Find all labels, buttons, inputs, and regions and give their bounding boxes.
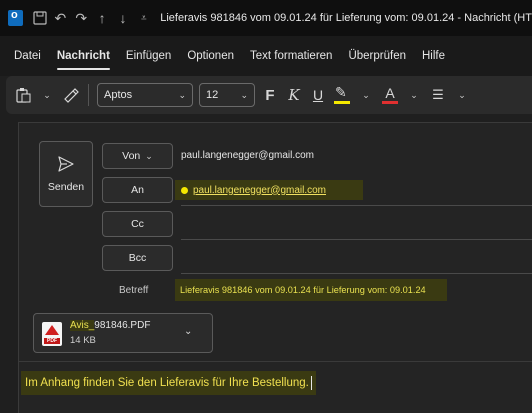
attachment-name-prefix: Avis_ — [70, 320, 95, 331]
from-label: Von — [122, 150, 141, 162]
attachment-chevron-icon[interactable]: ⌄ — [184, 326, 192, 337]
arrow-up-icon[interactable]: ↑ — [92, 7, 113, 29]
menu-nachricht[interactable]: Nachricht — [51, 36, 116, 76]
font-family-value: Aptos — [104, 89, 133, 101]
cc-button[interactable]: Cc — [102, 211, 173, 237]
attachment-size: 14 KB — [70, 335, 96, 346]
save-icon[interactable] — [29, 7, 50, 29]
font-color-chevron-icon[interactable]: ⌄ — [405, 83, 423, 107]
highlight-pen-icon[interactable] — [333, 84, 351, 105]
menu-einfuegen[interactable]: Einfügen — [120, 36, 177, 76]
chevron-down-icon: ⌄ — [145, 150, 153, 161]
font-size-value: 12 — [206, 89, 219, 101]
italic-button[interactable]: K — [285, 83, 303, 107]
menu-optionen[interactable]: Optionen — [181, 36, 240, 76]
undo-icon[interactable]: ↶ — [50, 7, 71, 29]
format-painter-icon[interactable] — [62, 83, 80, 107]
compose-pane: Senden Von ⌄ paul.langenegger@gmail.com … — [18, 122, 532, 413]
menu-text-formatieren[interactable]: Text formatieren — [244, 36, 338, 76]
subject-label: Betreff — [119, 285, 149, 296]
from-button[interactable]: Von ⌄ — [102, 143, 173, 169]
bold-button[interactable]: F — [261, 83, 279, 107]
send-button[interactable]: Senden — [39, 141, 93, 207]
bullet-list-chevron-icon[interactable]: ⌄ — [453, 83, 471, 107]
bcc-field-line[interactable] — [181, 273, 532, 274]
arrow-down-icon[interactable]: ↓ — [113, 7, 134, 29]
font-color-button[interactable]: A — [381, 85, 399, 105]
font-size-select[interactable]: 12 ⌄ — [199, 83, 255, 107]
attachment-name-rest: 981846.PDF — [94, 320, 151, 331]
text-caret — [310, 376, 312, 390]
ribbon-divider — [88, 84, 89, 106]
title-bar: ↶ ↷ ↑ ↓ ⩡ Lieferavis 981846 vom 09.01.24… — [0, 0, 532, 36]
message-body-text: Im Anhang finden Sie den Lieferavis für … — [25, 377, 309, 389]
chevron-down-icon: ⌄ — [240, 89, 248, 100]
paste-chevron-icon[interactable]: ⌄ — [38, 83, 56, 107]
underline-button[interactable]: U — [309, 83, 327, 107]
font-family-select[interactable]: Aptos ⌄ — [97, 83, 193, 107]
presence-dot-icon — [181, 186, 188, 194]
menu-hilfe[interactable]: Hilfe — [416, 36, 451, 76]
customize-toolbar-icon[interactable]: ⩡ — [133, 7, 154, 29]
menu-bar: Datei Nachricht Einfügen Optionen Text f… — [0, 36, 532, 76]
menu-datei[interactable]: Datei — [8, 36, 47, 76]
bcc-button[interactable]: Bcc — [102, 245, 173, 271]
redo-icon[interactable]: ↷ — [71, 7, 92, 29]
attachment-divider — [19, 361, 532, 362]
to-address: paul.langenegger@gmail.com — [193, 184, 327, 196]
message-body[interactable]: Im Anhang finden Sie den Lieferavis für … — [21, 371, 316, 395]
outlook-app-icon — [8, 9, 24, 26]
pdf-file-icon: PDF — [42, 322, 62, 346]
pdf-icon-tag: PDF — [44, 338, 60, 344]
chevron-down-icon: ⌄ — [178, 89, 186, 100]
to-field-line — [181, 205, 532, 206]
menu-ueberpruefen[interactable]: Überprüfen — [342, 36, 412, 76]
to-button[interactable]: An — [102, 177, 173, 203]
highlight-chevron-icon[interactable]: ⌄ — [357, 83, 375, 107]
attachment-name: Avis_981846.PDF — [70, 320, 150, 331]
attachment-card[interactable]: PDF Avis_981846.PDF 14 KB ⌄ — [33, 313, 213, 353]
from-address: paul.langenegger@gmail.com — [181, 150, 315, 161]
cc-field-line[interactable] — [181, 239, 532, 240]
bullet-list-icon[interactable]: ☰ — [429, 83, 447, 107]
send-label: Senden — [47, 181, 85, 193]
send-icon — [57, 155, 75, 173]
window-title: Lieferavis 981846 vom 09.01.24 für Liefe… — [160, 12, 532, 24]
subject-input[interactable]: Lieferavis 981846 vom 09.01.24 für Liefe… — [175, 279, 447, 301]
paste-icon[interactable] — [14, 83, 32, 107]
ribbon-toolbar: ⌄ Aptos ⌄ 12 ⌄ F K U ⌄ A ⌄ ☰ ⌄ — [6, 76, 532, 114]
to-recipient[interactable]: paul.langenegger@gmail.com — [175, 180, 363, 200]
